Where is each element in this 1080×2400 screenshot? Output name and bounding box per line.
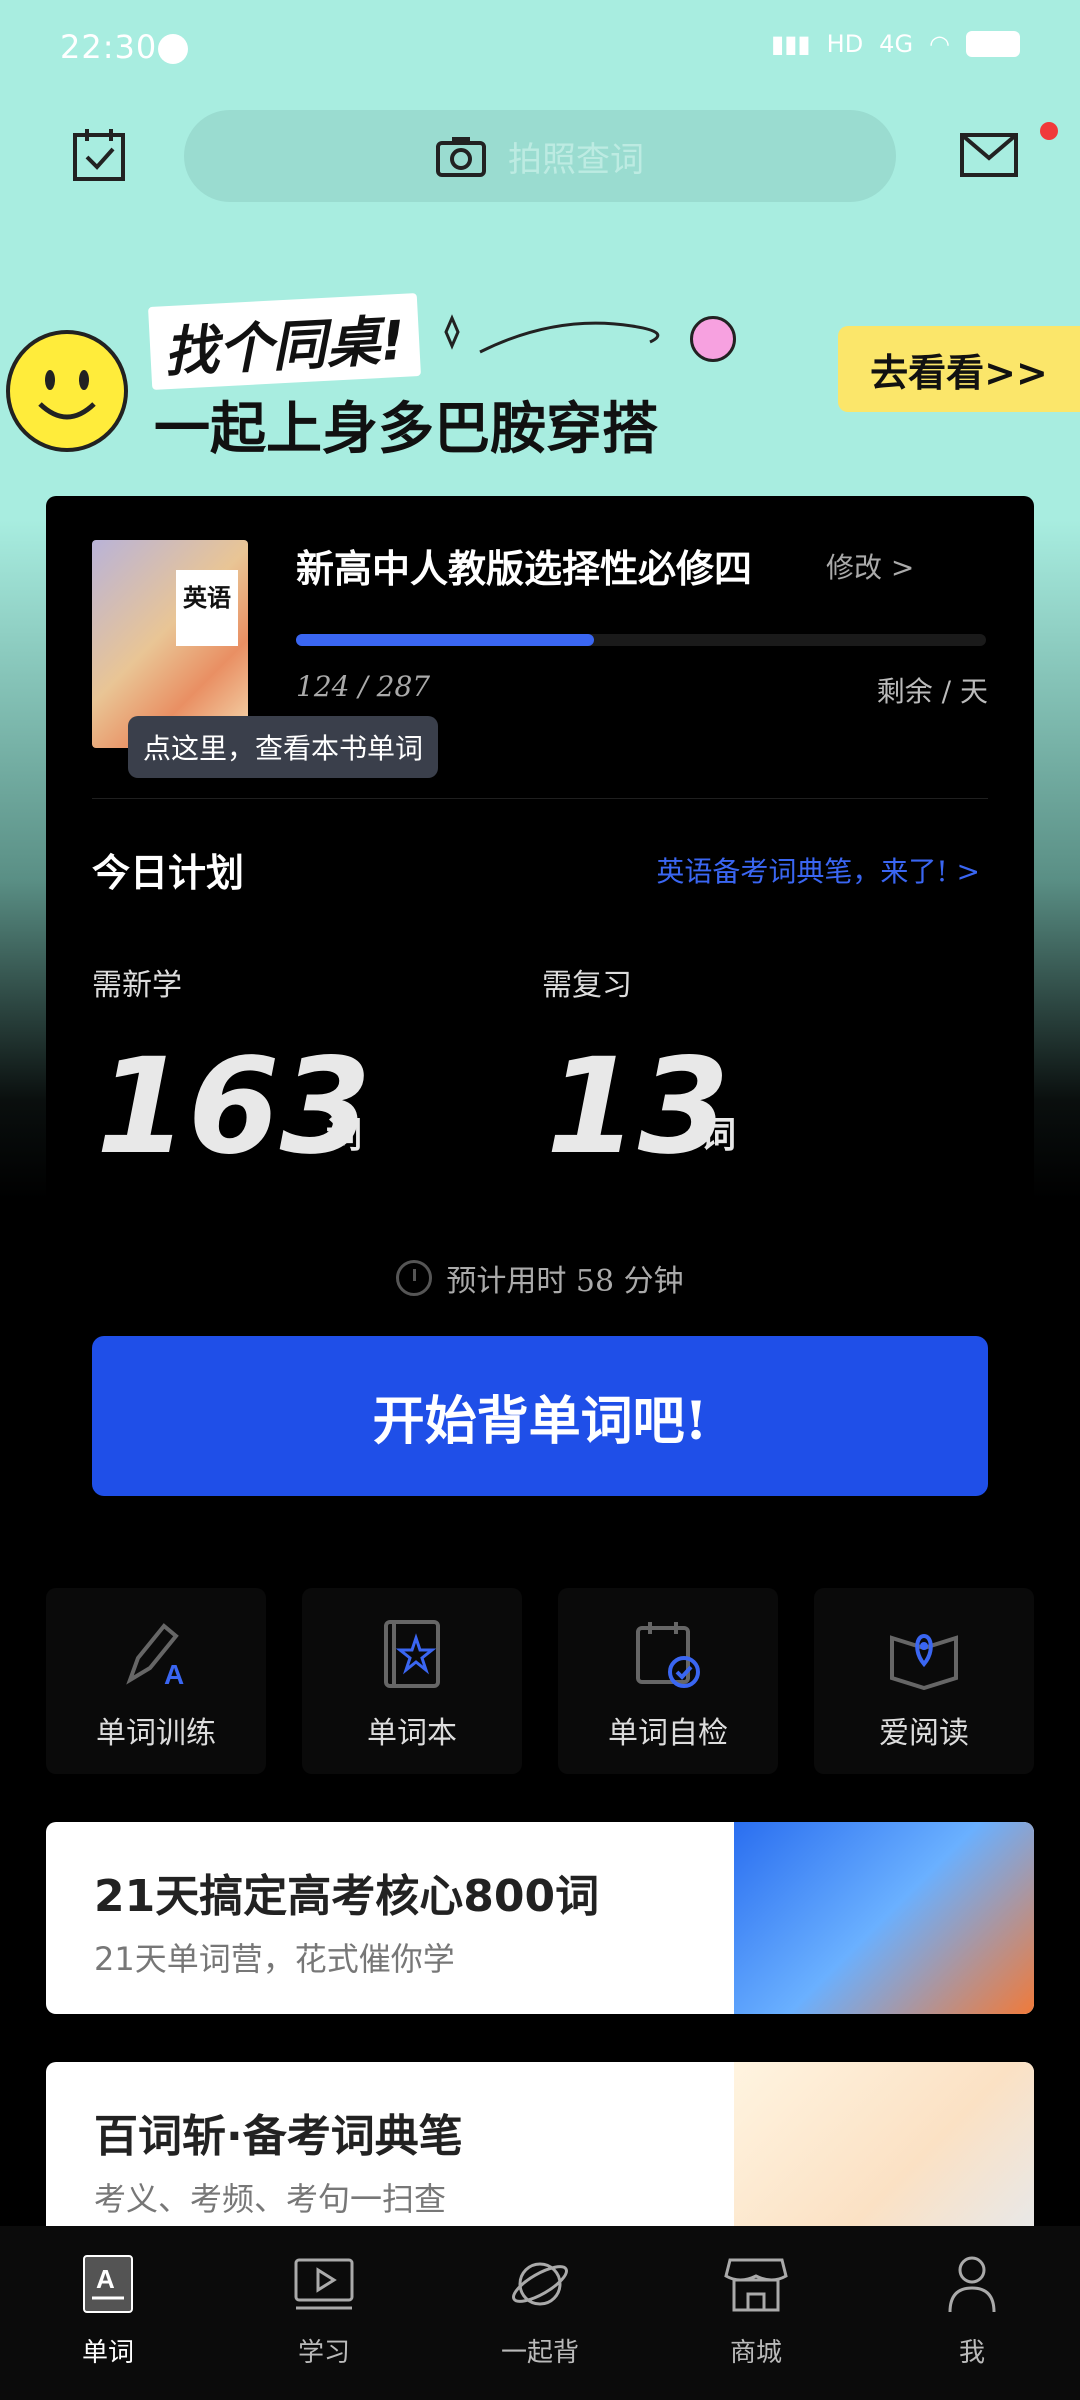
banner-headline: 找个同桌!: [148, 293, 421, 390]
smiley-icon: [6, 330, 128, 452]
calendar-check-icon: [73, 129, 125, 181]
new-words-label: 需新学: [92, 968, 182, 1003]
nav-tab-words[interactable]: A 单词: [0, 2226, 216, 2400]
nav-tab-together[interactable]: 一起背: [432, 2226, 648, 2400]
review-words-unit: 词: [700, 1114, 737, 1156]
user-icon: [948, 2256, 996, 2313]
promo-illustration: [734, 1822, 1034, 2014]
battery-icon: [966, 31, 1020, 57]
remaining-per-day: 剩余 / 天: [876, 675, 988, 708]
promo-illustration: [734, 2062, 1034, 2226]
status-bar: 22:30 ▮▮▮ HD 4G ◠: [0, 0, 1080, 100]
nav-label: 单词: [81, 2338, 134, 2368]
planet-icon: [512, 2262, 568, 2306]
calendar-check-button[interactable]: [64, 120, 134, 190]
promo-card-dictionary-pen[interactable]: 百词斩·备考词典笔 考义、考频、考句一扫查: [46, 2062, 1034, 2226]
shortcut-label: 单词自检: [608, 1716, 728, 1751]
nav-label: 我: [958, 2338, 985, 2368]
store-icon: [724, 2258, 788, 2312]
word-book-icon: A: [83, 2255, 133, 2313]
book-title[interactable]: 新高中人教版选择性必修四: [296, 538, 752, 593]
video-play-icon: [294, 2258, 354, 2310]
shortcut-word-training[interactable]: A 单词训练: [46, 1588, 266, 1774]
divider: [92, 798, 988, 799]
mail-icon: [960, 133, 1018, 177]
shortcut-self-check[interactable]: 单词自检: [558, 1588, 778, 1774]
hd-icon: HD: [826, 30, 864, 58]
svg-text:A: A: [164, 1659, 184, 1690]
edit-book-button[interactable]: 修改 >: [826, 546, 914, 586]
nav-label: 商城: [729, 2338, 782, 2368]
start-studying-button[interactable]: 开始背单词吧!: [92, 1336, 988, 1496]
signal-icon: ▮▮▮: [771, 30, 811, 58]
wifi-icon: ◠: [929, 30, 950, 58]
promo-subtitle: 考义、考频、考句一扫查: [94, 2180, 447, 2218]
progress-fill: [296, 634, 594, 646]
banner-cta-button[interactable]: 去看看>>: [838, 326, 1080, 412]
nav-label: 一起背: [500, 2338, 579, 2368]
bottom-nav: A 单词 学习 一起背 商城 我: [0, 2226, 1080, 2400]
camera-icon: [436, 137, 486, 177]
calendar-check-icon: [636, 1622, 700, 1688]
pencil-a-icon: A: [126, 1623, 184, 1690]
squiggle-decoration: [444, 314, 660, 354]
time-estimate: 预计用时 58 分钟: [0, 1256, 1080, 1300]
globe-icon: [158, 34, 188, 64]
promo-card-800-words[interactable]: 21天搞定高考核心800词 21天单词营，花式催你学: [46, 1822, 1034, 2014]
star-book-icon: [384, 1620, 440, 1688]
shortcut-label: 单词本: [367, 1716, 457, 1751]
shortcut-label: 爱阅读: [879, 1716, 969, 1751]
nav-label: 学习: [297, 2338, 350, 2368]
time-estimate-text: 预计用时 58 分钟: [446, 1264, 684, 1299]
flower-icon: [690, 316, 736, 362]
banner-subline: 一起上身多巴胺穿搭: [154, 397, 658, 462]
notification-dot: [1040, 122, 1058, 140]
shortcut-word-book[interactable]: 单词本: [302, 1588, 522, 1774]
mail-button[interactable]: [954, 120, 1024, 190]
dictionary-pen-ad-link[interactable]: 英语备考词典笔，来了! >: [656, 850, 980, 890]
review-words-label: 需复习: [542, 968, 632, 1003]
promo-subtitle: 21天单词营，花式催你学: [94, 1940, 455, 1978]
network-label: 4G: [879, 30, 914, 58]
clock-icon: [396, 1260, 433, 1296]
nav-tab-study[interactable]: 学习: [216, 2226, 432, 2400]
plan-title: 今日计划: [92, 850, 245, 895]
book-cover-label: 英语: [176, 570, 238, 646]
nav-tab-me[interactable]: 我: [864, 2226, 1080, 2400]
promo-title: 21天搞定高考核心800词: [94, 1871, 600, 1922]
search-placeholder: 拍照查词: [508, 139, 644, 180]
new-words-unit: 词: [326, 1114, 363, 1156]
open-book-pin-icon: [890, 1633, 958, 1690]
progress-text: 124 / 287: [296, 670, 431, 703]
svg-text:A: A: [96, 2264, 115, 2294]
book-tooltip[interactable]: 点这里，查看本书单词: [128, 716, 438, 778]
nav-tab-store[interactable]: 商城: [648, 2226, 864, 2400]
promo-title: 百词斩·备考词典笔: [94, 2111, 463, 2162]
search-input[interactable]: 拍照查词: [184, 110, 896, 202]
shortcut-label: 单词训练: [96, 1716, 216, 1751]
shortcut-reading[interactable]: 爱阅读: [814, 1588, 1034, 1774]
status-icons: ▮▮▮ HD 4G ◠: [771, 30, 1020, 58]
status-time: 22:30: [60, 28, 158, 66]
